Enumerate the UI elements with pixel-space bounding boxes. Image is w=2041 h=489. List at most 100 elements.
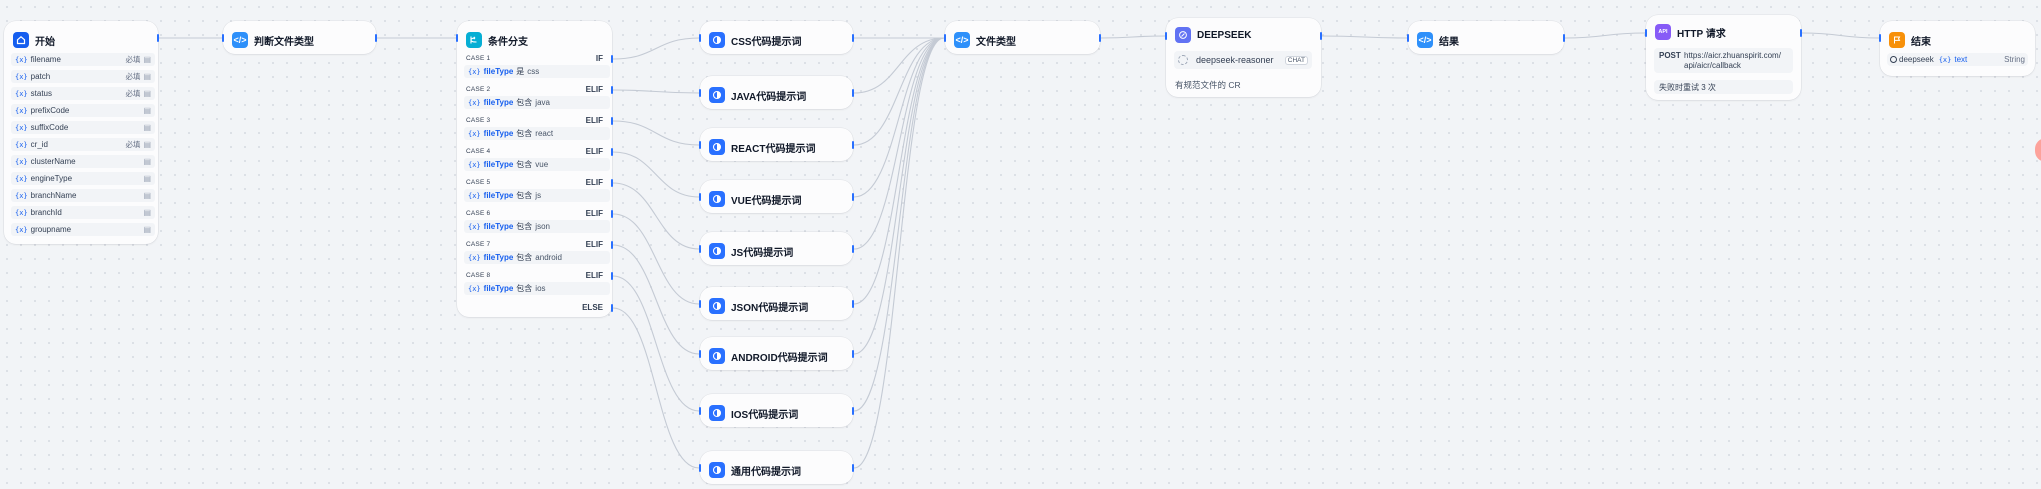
variable-name: groupname [30, 225, 72, 234]
case-output-handle[interactable] [611, 179, 613, 187]
variable-icon: {x} [468, 222, 481, 231]
case-condition[interactable]: {x} fileType 包含 java [464, 96, 610, 109]
start-variable-row[interactable]: {x} clusterName ▤ [11, 155, 155, 168]
variable-required-badge: 必填 [125, 55, 141, 64]
prompt-template-node[interactable]: IOS代码提示词 [699, 394, 854, 427]
prompt-template-node[interactable]: REACT代码提示词 [699, 128, 854, 161]
variable-icon: {x} [1938, 55, 1952, 64]
condition-variable: fileType [483, 98, 514, 107]
case-output-handle[interactable] [611, 210, 613, 218]
prompt-input-handle[interactable] [699, 300, 701, 308]
result-input-handle[interactable] [1407, 34, 1409, 42]
case-condition[interactable]: {x} fileType 包含 js [464, 189, 610, 202]
prompt-output-handle[interactable] [852, 245, 854, 253]
variable-name: patch [30, 72, 51, 81]
case-output-handle[interactable] [611, 241, 613, 249]
start-variable-row[interactable]: {x} patch 必填 ▤ [11, 70, 155, 83]
http-endpoint[interactable]: POST https://aicr.zhuanspirit.com/ api/a… [1654, 48, 1793, 73]
start-node[interactable]: 开始 {x} filename 必填 ▤ {x} patch 必填 ▤ {x} status 必填 ▤… [4, 21, 159, 244]
file-type-node[interactable]: </> 文件类型 [944, 21, 1101, 54]
http-request-node[interactable]: API HTTP 请求 POST https://aicr.zhuanspiri… [1645, 15, 1802, 100]
case-output-handle[interactable] [611, 86, 613, 94]
condition-value: css [527, 67, 540, 76]
prompt-output-handle[interactable] [852, 300, 854, 308]
prompt-input-handle[interactable] [699, 350, 701, 358]
filetype-input-handle[interactable] [944, 34, 946, 42]
llm-description: 有规范文件的 CR [1175, 80, 1241, 90]
http-retry-text: 失败时重试 3 次 [1659, 82, 1716, 92]
prompt-template-node[interactable]: 通用代码提示词 [699, 451, 854, 484]
start-variable-row[interactable]: {x} status 必填 ▤ [11, 87, 155, 100]
result-node[interactable]: </> 结果 [1407, 21, 1565, 54]
prompt-input-handle[interactable] [699, 245, 701, 253]
prompt-template-node[interactable]: JAVA代码提示词 [699, 76, 854, 109]
start-variable-row[interactable]: {x} branchName ▤ [11, 189, 155, 202]
http-output-handle[interactable] [1800, 29, 1802, 37]
if-else-node[interactable]: 条件分支 CASE 1 IF {x} fileType 是 css CASE 2 ELIF {x… [456, 21, 613, 317]
prompt-template-node[interactable]: ANDROID代码提示词 [699, 337, 854, 370]
prompt-input-handle[interactable] [699, 193, 701, 201]
ifelse-input-handle[interactable] [456, 34, 458, 42]
judge-file-type-node[interactable]: </> 判断文件类型 [222, 21, 377, 54]
workflow-edge [612, 37, 700, 60]
end-input-handle[interactable] [1879, 34, 1881, 42]
prompt-output-handle[interactable] [852, 464, 854, 472]
prompt-output-handle[interactable] [852, 350, 854, 358]
http-input-handle[interactable] [1645, 29, 1647, 37]
variable-required-badge: 必填 [125, 89, 141, 98]
prompt-input-handle[interactable] [699, 464, 701, 472]
condition-value: react [535, 129, 554, 138]
case-output-handle[interactable] [611, 55, 613, 63]
llm-output-handle[interactable] [1320, 32, 1322, 40]
start-variable-row[interactable]: {x} suffixCode ▤ [11, 121, 155, 134]
start-variable-row[interactable]: {x} prefixCode ▤ [11, 104, 155, 117]
prompt-template-node[interactable]: JSON代码提示词 [699, 287, 854, 320]
prompt-input-handle[interactable] [699, 141, 701, 149]
prompt-template-node[interactable]: CSS代码提示词 [699, 21, 854, 54]
template-icon [709, 139, 725, 155]
prompt-output-handle[interactable] [852, 193, 854, 201]
case-output-handle[interactable] [611, 117, 613, 125]
prompt-template-node[interactable]: JS代码提示词 [699, 232, 854, 265]
prompt-input-handle[interactable] [699, 89, 701, 97]
result-output-handle[interactable] [1563, 34, 1565, 42]
llm-input-handle[interactable] [1165, 32, 1167, 40]
start-variable-row[interactable]: {x} filename 必填 ▤ [11, 53, 155, 66]
case-output-handle[interactable] [611, 148, 613, 156]
variable-icon: {x} [468, 129, 481, 138]
judge-node-header: </> 判断文件类型 [232, 32, 314, 48]
prompt-output-handle[interactable] [852, 141, 854, 149]
case-keyword: ELIF [585, 178, 603, 187]
judge-input-handle[interactable] [222, 34, 224, 42]
case-condition[interactable]: {x} fileType 包含 vue [464, 158, 610, 171]
workflow-edge [612, 120, 700, 146]
case-condition[interactable]: {x} fileType 包含 react [464, 127, 610, 140]
judge-output-handle[interactable] [375, 34, 377, 42]
start-variable-row[interactable]: {x} branchId ▤ [11, 206, 155, 219]
prompt-input-handle[interactable] [699, 407, 701, 415]
http-url-line2: api/aicr/callback [1684, 61, 1741, 70]
case-condition[interactable]: {x} fileType 包含 android [464, 251, 610, 264]
start-variable-row[interactable]: {x} groupname ▤ [11, 223, 155, 236]
prompt-output-handle[interactable] [852, 407, 854, 415]
deepseek-llm-node[interactable]: DEEPSEEK deepseek-reasoner CHAT 有规范文件的 C… [1165, 18, 1322, 97]
case-condition[interactable]: {x} fileType 包含 json [464, 220, 610, 233]
filetype-output-handle[interactable] [1099, 34, 1101, 42]
case-condition[interactable]: {x} fileType 包含 ios [464, 282, 610, 295]
end-node[interactable]: 结束 deepseek {x} text String [1879, 21, 2035, 76]
prompt-template-node[interactable]: VUE代码提示词 [699, 180, 854, 213]
prompt-output-handle[interactable] [852, 34, 854, 42]
start-output-handle[interactable] [157, 34, 159, 42]
text-type-icon: ▤ [143, 123, 151, 132]
model-selector[interactable]: deepseek-reasoner CHAT [1174, 51, 1312, 69]
prompt-input-handle[interactable] [699, 34, 701, 42]
case-output-handle[interactable] [611, 272, 613, 280]
start-variable-row[interactable]: {x} engineType ▤ [11, 172, 155, 185]
variable-icon: {x} [15, 72, 28, 81]
template-icon [709, 298, 725, 314]
else-output-handle[interactable] [611, 304, 613, 312]
workflow-edge [1801, 32, 1880, 39]
start-variable-row[interactable]: {x} cr_id 必填 ▤ [11, 138, 155, 151]
case-condition[interactable]: {x} fileType 是 css [464, 65, 610, 78]
prompt-output-handle[interactable] [852, 89, 854, 97]
